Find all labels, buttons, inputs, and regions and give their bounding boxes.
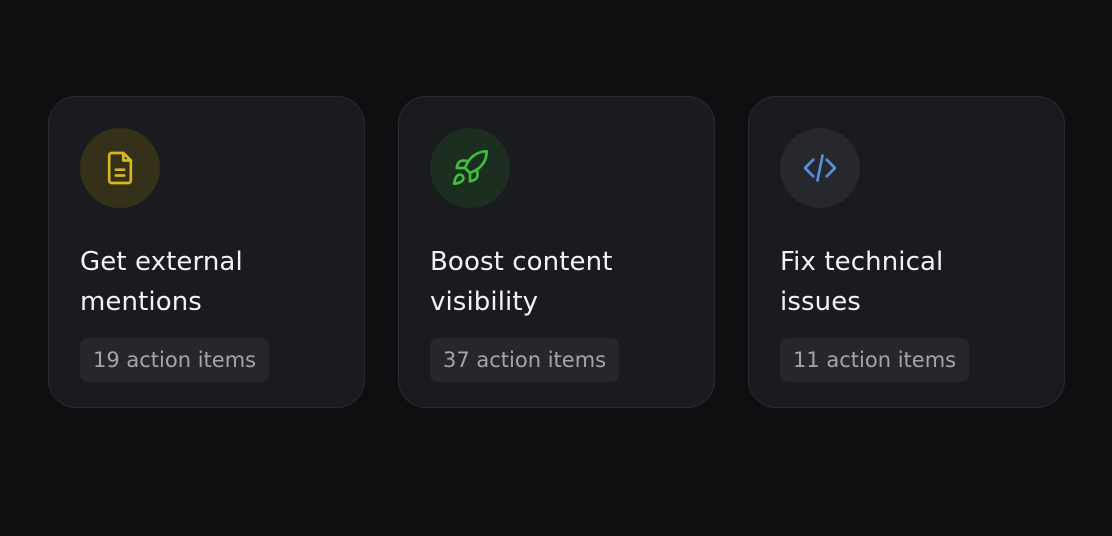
action-count-badge: 37 action items	[430, 338, 620, 382]
action-count-badge: 11 action items	[780, 338, 970, 382]
card-fix-technical-issues[interactable]: Fix technical issues 11 action items	[748, 96, 1065, 408]
action-cards: Get external mentions 19 action items Bo…	[48, 96, 1065, 408]
card-title: Boost content visibility	[430, 247, 613, 317]
icon-badge	[430, 128, 510, 208]
icon-badge	[780, 128, 860, 208]
rocket-icon	[452, 149, 488, 186]
card-get-external-mentions[interactable]: Get external mentions 19 action items	[48, 96, 365, 408]
action-count-badge: 19 action items	[80, 338, 270, 382]
document-icon	[107, 151, 133, 185]
card-boost-content-visibility[interactable]: Boost content visibility 37 action items	[398, 96, 715, 408]
card-title: Get external mentions	[80, 247, 243, 317]
code-icon	[803, 154, 837, 182]
icon-badge	[80, 128, 160, 208]
card-title: Fix technical issues	[780, 247, 944, 317]
